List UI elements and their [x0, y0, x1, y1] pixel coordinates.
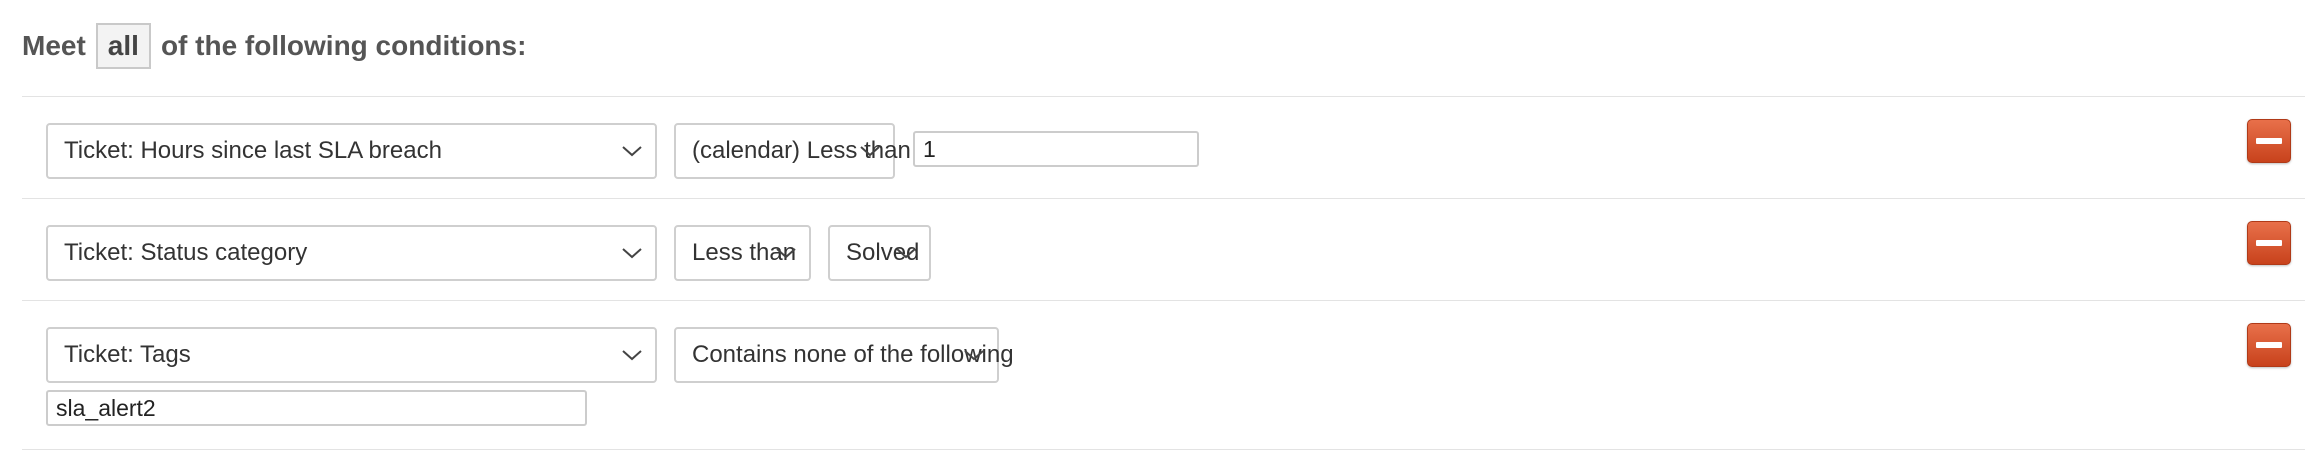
chevron-down-icon	[622, 146, 642, 157]
header-suffix: of the following conditions:	[160, 30, 527, 61]
remove-condition-button[interactable]	[2247, 221, 2291, 265]
condition-operator-select[interactable]: (calendar) Less than	[674, 123, 911, 179]
chevron-down-icon	[860, 146, 880, 157]
chevron-down-icon	[622, 248, 642, 259]
chevron-down-icon	[776, 248, 796, 259]
condition-field-select[interactable]: Ticket: Tags	[46, 327, 657, 383]
remove-condition-button[interactable]	[2247, 119, 2291, 163]
match-mode-selector[interactable]: all	[95, 23, 151, 69]
header-prefix: Meet	[22, 30, 86, 61]
condition-row: Ticket: Hours since last SLA breach (cal…	[22, 96, 2305, 199]
conditions-header: Meet all of the following conditions:	[22, 22, 526, 70]
condition-operator-select[interactable]: Contains none of the following	[674, 327, 1014, 383]
chevron-down-icon	[896, 248, 916, 259]
condition-value-input[interactable]: 1	[913, 131, 1199, 167]
condition-field-value: Ticket: Hours since last SLA breach	[64, 137, 442, 164]
chevron-down-icon	[964, 350, 984, 361]
condition-row: Ticket: Status category Less than Solved	[22, 198, 2305, 301]
condition-row: Ticket: Tags Contains none of the follow…	[22, 300, 2305, 450]
minus-icon	[2256, 240, 2282, 246]
minus-icon	[2256, 342, 2282, 348]
remove-condition-button[interactable]	[2247, 323, 2291, 367]
chevron-down-icon	[622, 350, 642, 361]
condition-value-select[interactable]: Solved	[828, 225, 931, 281]
minus-icon	[2256, 138, 2282, 144]
condition-field-select[interactable]: Ticket: Status category	[46, 225, 657, 281]
condition-field-value: Ticket: Tags	[64, 341, 191, 368]
tags-input[interactable]: sla_alert2	[46, 390, 587, 426]
condition-field-value: Ticket: Status category	[64, 239, 308, 266]
condition-operator-select[interactable]: Less than	[674, 225, 811, 281]
condition-field-select[interactable]: Ticket: Hours since last SLA breach	[46, 123, 657, 179]
